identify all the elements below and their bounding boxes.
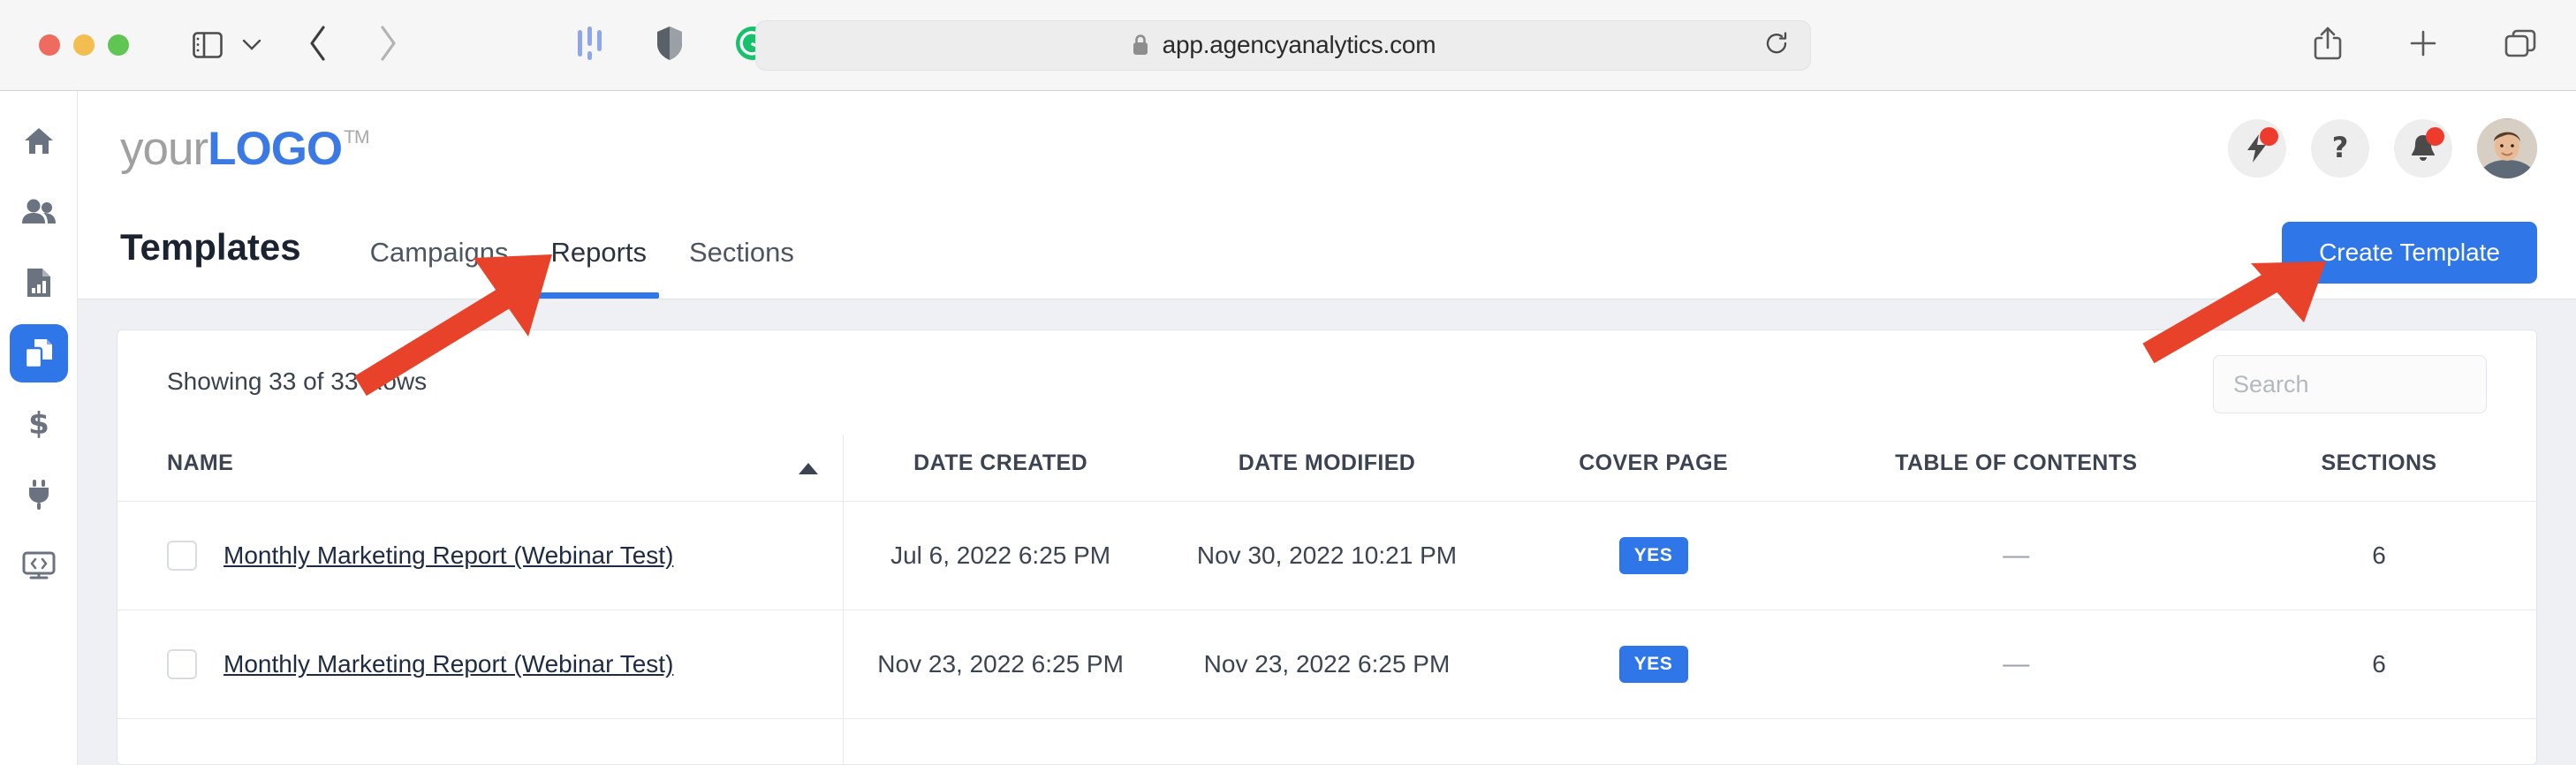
cell-sections: 6 bbox=[2222, 610, 2536, 719]
left-sidebar: $ bbox=[0, 91, 78, 765]
reload-icon bbox=[1764, 31, 1789, 56]
chevron-down-icon bbox=[242, 39, 261, 51]
primary-nav-tabs: Templates Campaigns Reports Sections Cre… bbox=[78, 206, 2576, 299]
brand-logo[interactable]: yourLOGOTM bbox=[120, 122, 369, 176]
tab-reports[interactable]: Reports bbox=[529, 237, 668, 299]
cell-table-of-contents: — bbox=[1811, 502, 2222, 610]
main-content: Showing 33 of 33 Rows NAME bbox=[78, 299, 2576, 765]
sort-ascending-icon bbox=[799, 463, 818, 474]
templates-table-card: Showing 33 of 33 Rows NAME bbox=[117, 329, 2537, 765]
svg-text:$: $ bbox=[28, 407, 49, 441]
table-row[interactable]: Monthly Marketing Report (Webinar Test) … bbox=[117, 502, 2536, 610]
new-tab-button[interactable] bbox=[2408, 28, 2438, 63]
avatar-photo bbox=[2477, 119, 2537, 178]
minimize-window-button[interactable] bbox=[73, 34, 95, 56]
logo-trademark: TM bbox=[344, 127, 368, 148]
tab-campaigns[interactable]: Campaigns bbox=[349, 237, 530, 299]
template-name-link[interactable]: Monthly Marketing Report (Webinar Test) bbox=[224, 650, 673, 678]
column-header-sections[interactable]: SECTIONS bbox=[2222, 435, 2536, 502]
cell-date-modified: Nov 23, 2022 6:25 PM bbox=[1157, 610, 1496, 719]
forward-button[interactable] bbox=[377, 25, 398, 66]
logo-prefix: your bbox=[120, 122, 208, 176]
maximize-window-button[interactable] bbox=[108, 34, 129, 56]
whats-new-button[interactable] bbox=[2228, 119, 2286, 178]
extension-bars-button[interactable] bbox=[575, 25, 605, 66]
plus-icon bbox=[2408, 28, 2438, 58]
column-header-date-modified[interactable]: DATE MODIFIED bbox=[1157, 435, 1496, 502]
sidebar-item-clients[interactable] bbox=[10, 183, 68, 241]
sidebar-item-templates[interactable] bbox=[10, 324, 68, 382]
table-row[interactable]: Monthly Marketing Report (Webinar Test) … bbox=[117, 610, 2536, 719]
cell-table-of-contents: — bbox=[1811, 610, 2222, 719]
tabs-overview-button[interactable] bbox=[2504, 28, 2537, 63]
chevron-left-icon bbox=[307, 25, 329, 62]
user-avatar[interactable] bbox=[2477, 118, 2537, 178]
help-button[interactable]: ? bbox=[2311, 119, 2369, 178]
address-bar[interactable]: app.agencyanalytics.com bbox=[755, 20, 1811, 71]
reload-button[interactable] bbox=[1764, 31, 1789, 60]
notifications-badge bbox=[2426, 127, 2444, 146]
sidebar-item-integrations[interactable] bbox=[10, 466, 68, 524]
column-header-date-created[interactable]: DATE CREATED bbox=[843, 435, 1157, 502]
column-header-name[interactable]: NAME bbox=[117, 435, 843, 502]
plug-icon bbox=[25, 479, 53, 511]
search-input[interactable] bbox=[2213, 355, 2487, 413]
column-header-table-of-contents[interactable]: TABLE OF CONTENTS bbox=[1811, 435, 2222, 502]
notifications-button[interactable] bbox=[2394, 119, 2452, 178]
share-button[interactable] bbox=[2313, 26, 2343, 65]
page-title: Templates bbox=[120, 226, 301, 299]
extension-icon-shield bbox=[655, 25, 685, 62]
chevron-right-icon bbox=[377, 25, 398, 62]
users-icon bbox=[21, 199, 57, 225]
address-bar-url: app.agencyanalytics.com bbox=[1163, 31, 1436, 59]
template-name-link[interactable]: Monthly Marketing Report (Webinar Test) bbox=[224, 542, 673, 570]
sidebar-item-reports[interactable] bbox=[10, 254, 68, 312]
column-header-cover-page[interactable]: COVER PAGE bbox=[1496, 435, 1811, 502]
content-column: yourLOGOTM ? bbox=[78, 91, 2576, 765]
lock-icon bbox=[1131, 33, 1150, 57]
cell-date-modified: Nov 30, 2022 10:21 PM bbox=[1157, 502, 1496, 610]
extension-icon-bars bbox=[575, 25, 605, 62]
row-checkbox[interactable] bbox=[167, 649, 197, 679]
whats-new-badge bbox=[2260, 127, 2278, 146]
table-row[interactable] bbox=[117, 719, 2536, 765]
row-checkbox[interactable] bbox=[167, 541, 197, 571]
browser-toolbar: app.agencyanalytics.com bbox=[0, 0, 2576, 91]
close-window-button[interactable] bbox=[39, 34, 60, 56]
sidebar-toggle-button[interactable] bbox=[193, 32, 223, 58]
templates-table: NAME DATE CREATED DATE MODIFIED COVER PA… bbox=[117, 435, 2536, 765]
table-toolbar: Showing 33 of 33 Rows bbox=[117, 330, 2536, 435]
dollar-icon: $ bbox=[28, 407, 49, 441]
back-button[interactable] bbox=[307, 25, 329, 66]
column-header-name-label: NAME bbox=[167, 451, 233, 475]
app-header: yourLOGOTM ? bbox=[78, 91, 2576, 206]
svg-text:?: ? bbox=[2332, 133, 2349, 164]
create-template-button[interactable]: Create Template bbox=[2282, 222, 2537, 284]
cover-page-badge: YES bbox=[1619, 646, 1688, 683]
app-shell: $ yourLOGOTM bbox=[0, 91, 2576, 765]
tabs-overview-icon bbox=[2504, 28, 2537, 58]
logo-main: LOGO bbox=[208, 122, 342, 176]
cell-date-created: Jul 6, 2022 6:25 PM bbox=[843, 502, 1157, 610]
cover-page-badge: YES bbox=[1619, 537, 1688, 574]
sidebar-dropdown-button[interactable] bbox=[242, 34, 261, 56]
copy-pages-icon bbox=[23, 337, 55, 369]
home-icon bbox=[23, 126, 55, 156]
sidebar-toggle-icon bbox=[193, 32, 223, 58]
sidebar-item-home[interactable] bbox=[10, 112, 68, 170]
cell-date-created: Nov 23, 2022 6:25 PM bbox=[843, 610, 1157, 719]
cell-sections: 6 bbox=[2222, 502, 2536, 610]
sidebar-item-billing[interactable]: $ bbox=[10, 395, 68, 453]
table-header-row: NAME DATE CREATED DATE MODIFIED COVER PA… bbox=[117, 435, 2536, 502]
extension-shield-button[interactable] bbox=[655, 25, 685, 66]
report-document-icon bbox=[25, 267, 53, 299]
sidebar-item-white-label[interactable] bbox=[10, 536, 68, 595]
share-icon bbox=[2313, 26, 2343, 61]
question-mark-icon: ? bbox=[2327, 133, 2353, 164]
rows-count-label: Showing 33 of 33 Rows bbox=[167, 355, 427, 396]
tab-sections[interactable]: Sections bbox=[668, 237, 815, 299]
header-actions: ? bbox=[2228, 118, 2537, 178]
monitor-code-icon bbox=[22, 550, 56, 580]
window-traffic-lights bbox=[39, 34, 129, 56]
